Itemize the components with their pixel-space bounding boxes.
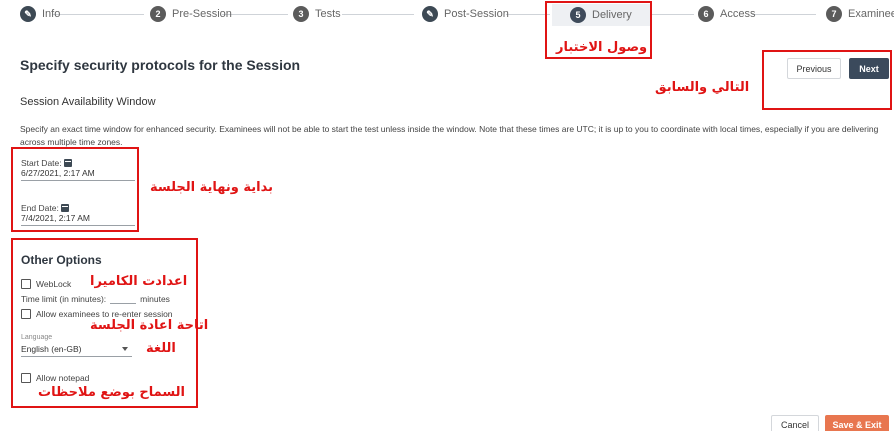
annotation-camera: اعدادت الكاميرا — [90, 274, 188, 289]
section-description: Specify an exact time window for enhance… — [20, 124, 879, 147]
step-number: 2 — [150, 6, 166, 22]
section-title: Session Availability Window — [20, 96, 156, 108]
step-connector — [506, 14, 550, 15]
step-number: 7 — [826, 6, 842, 22]
step-connector — [752, 14, 816, 15]
step-connector — [342, 14, 414, 15]
step-post-session[interactable]: ✎ Post-Session — [422, 6, 509, 22]
step-label: Access — [720, 8, 756, 20]
step-connector — [52, 14, 144, 15]
step-label: Info — [42, 8, 61, 20]
pencil-icon: ✎ — [422, 6, 438, 22]
step-examinees[interactable]: 7 Examinees — [826, 6, 894, 22]
page-title: Specify security protocols for the Sessi… — [20, 57, 301, 73]
step-tests[interactable]: 3 Tests — [293, 6, 341, 22]
step-label: Tests — [315, 8, 341, 20]
step-label: Pre-Session — [172, 8, 232, 20]
annotation-notepad: السماح بوضع ملاحظات — [38, 385, 185, 400]
step-access[interactable]: 6 Access — [698, 6, 755, 22]
step-number: 6 — [698, 6, 714, 22]
save-exit-button[interactable]: Save & Exit — [825, 415, 889, 431]
pencil-icon: ✎ — [20, 6, 36, 22]
annotation-dates: بداية ونهاية الجلسة — [150, 180, 273, 195]
annotation-reenter: اتاحة اعادة الجلسة — [90, 318, 209, 333]
wizard-stepper: ✎ Info 2 Pre-Session 3 Tests ✎ Post-Sess… — [0, 0, 894, 34]
step-label: Examinees — [848, 8, 894, 20]
step-number: 3 — [293, 6, 309, 22]
step-pre-session[interactable]: 2 Pre-Session — [150, 6, 232, 22]
annotation-next-previous: التالي والسابق — [655, 80, 750, 95]
annotation-box-navigation — [762, 50, 892, 110]
annotation-delivery: وصول الاختبار — [556, 40, 648, 55]
annotation-language: اللغة — [146, 341, 176, 356]
step-info[interactable]: ✎ Info — [20, 6, 60, 22]
cancel-button[interactable]: Cancel — [771, 415, 819, 431]
step-connector — [648, 14, 694, 15]
step-label: Post-Session — [444, 8, 509, 20]
annotation-box-dates — [11, 147, 139, 232]
